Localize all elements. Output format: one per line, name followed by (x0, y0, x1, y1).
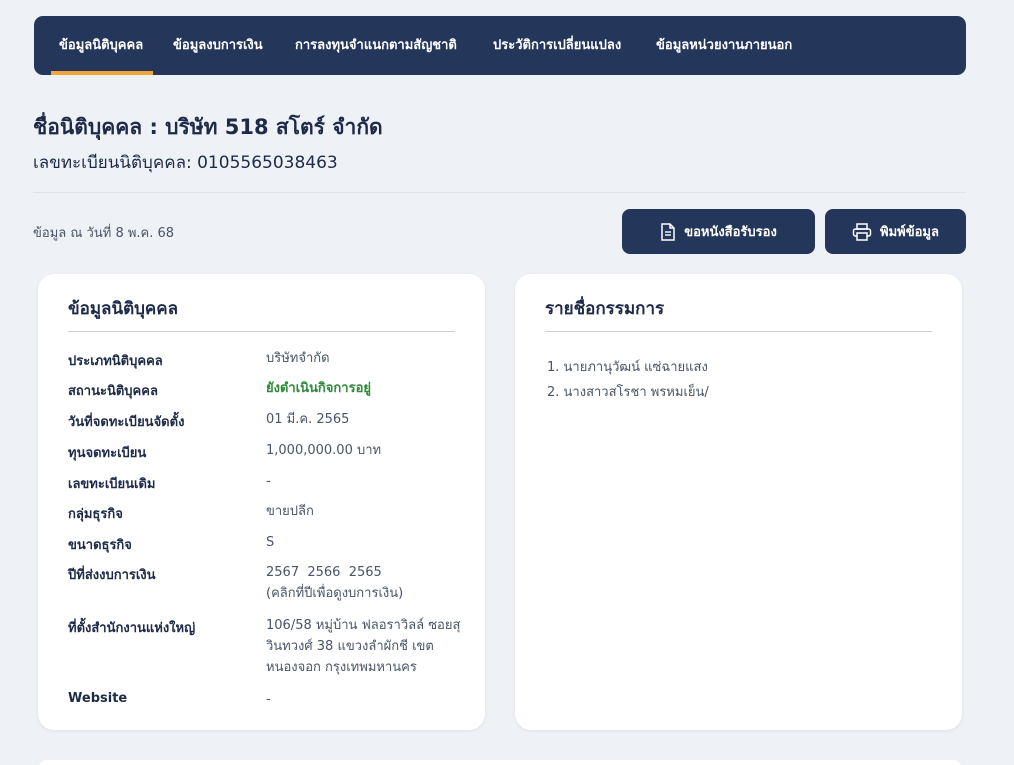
document-icon (660, 222, 676, 241)
info-label: ที่ตั้งสำนักงานแห่งใหญ่ (68, 621, 196, 636)
head-office-address: 106/58 หมู่บ้าน ฟลอราวิลล์ ซอยสุวินทวงศ์… (266, 618, 461, 675)
data-as-of-date: ข้อมูล ณ วันที่ 8 พ.ค. 68 (33, 226, 175, 241)
financial-years-value: 2567 2566 2565 (คลิกที่ปีเพื่อดูงบการเงิ… (266, 562, 466, 604)
info-value: 01 มี.ค. 2565 (266, 412, 350, 427)
tab-financial-info[interactable]: ข้อมูลงบการเงิน (173, 16, 263, 75)
info-value: - (266, 474, 271, 489)
top-nav-bar: ข้อมูลนิติบุคคล ข้อมูลงบการเงิน การลงทุน… (34, 16, 966, 75)
info-label: ประเภทนิติบุคคล (68, 354, 163, 369)
info-label: ขนาดธุรกิจ (68, 538, 132, 553)
printer-icon (852, 222, 872, 241)
header-divider (33, 192, 966, 193)
registration-number: เลขทะเบียนนิติบุคคล: 0105565038463 (33, 153, 338, 173)
company-info-card: ข้อมูลนิติบุคคล ประเภทนิติบุคคล บริษัทจำ… (38, 274, 485, 730)
tab-external-agency-info[interactable]: ข้อมูลหน่วยงานภายนอก (656, 16, 792, 75)
info-label: เลขทะเบียนเดิม (68, 477, 156, 492)
info-value: 1,000,000.00 บาท (266, 443, 382, 458)
company-info-title: ข้อมูลนิติบุคคล (68, 299, 179, 319)
next-section-card (38, 760, 962, 765)
tab-investment-by-nationality[interactable]: การลงทุนจำแนกตามสัญชาติ (295, 16, 457, 75)
info-value: ขายปลีก (266, 504, 314, 519)
directors-card: รายชื่อกรรมการ 1. นายภานุวัฒน์ แซ่ฉายแสง… (515, 274, 962, 730)
info-label: Website (68, 691, 128, 706)
info-label: สถานะนิติบุคคล (68, 384, 158, 399)
tab-company-info[interactable]: ข้อมูลนิติบุคคล (50, 16, 154, 75)
print-label: พิมพ์ข้อมูล (880, 225, 939, 240)
tab-change-history[interactable]: ประวัติการเปลี่ยนแปลง (493, 16, 621, 75)
info-label: ปีที่ส่งงบการเงิน (68, 568, 156, 583)
print-button[interactable]: พิมพ์ข้อมูล (825, 209, 966, 254)
company-name-title: ชื่อนิติบุคคล : บริษัท 518 สโตร์ จำกัด (33, 115, 383, 139)
company-info-rule (68, 331, 455, 332)
financial-years-hint: (คลิกที่ปีเพื่อดูงบการเงิน) (266, 586, 404, 601)
info-value: S (266, 535, 275, 550)
request-certificate-button[interactable]: ขอหนังสือรับรอง (622, 209, 815, 254)
status-value: ยังดำเนินกิจการอยู่ (266, 381, 371, 396)
info-value: - (266, 692, 271, 707)
info-label: วันที่จดทะเบียนจัดตั้ง (68, 415, 185, 430)
directors-rule (545, 331, 932, 332)
info-label: กลุ่มธุรกิจ (68, 507, 123, 522)
director-item: 2. นางสาวสโรชา พรหมเย็น/ (547, 385, 709, 400)
directors-title: รายชื่อกรรมการ (545, 299, 665, 319)
info-value: บริษัทจำกัด (266, 351, 330, 366)
director-item: 1. นายภานุวัฒน์ แซ่ฉายแสง (547, 360, 708, 375)
request-certificate-label: ขอหนังสือรับรอง (684, 225, 777, 240)
info-label: ทุนจดทะเบียน (68, 446, 147, 461)
financial-year-links[interactable]: 2567 2566 2565 (266, 565, 382, 580)
